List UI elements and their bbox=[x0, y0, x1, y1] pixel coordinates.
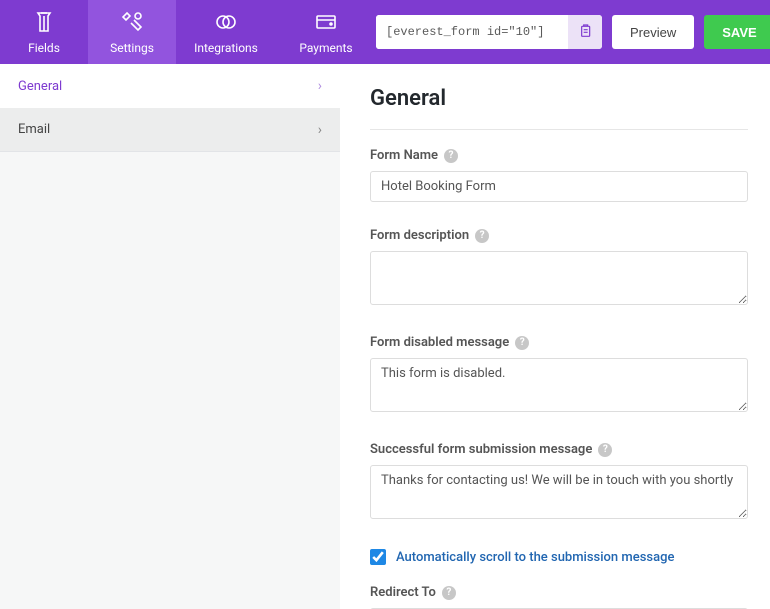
sidebar-item-email[interactable]: Email › bbox=[0, 108, 340, 152]
help-icon[interactable]: ? bbox=[475, 229, 489, 243]
field-autoscroll: Automatically scroll to the submission m… bbox=[370, 549, 748, 565]
tab-payments[interactable]: Payments bbox=[276, 0, 376, 64]
tab-settings[interactable]: Settings bbox=[88, 0, 176, 64]
chevron-right-icon: › bbox=[318, 78, 322, 94]
label-text: Redirect To bbox=[370, 585, 436, 600]
label-text: Form description bbox=[370, 228, 469, 243]
settings-main: General Form Name ? Form description ? F… bbox=[340, 64, 770, 609]
payments-icon bbox=[314, 10, 338, 37]
chevron-right-icon: › bbox=[318, 122, 322, 138]
topbar-right: Preview SAVE bbox=[376, 0, 770, 64]
label-form-description: Form description ? bbox=[370, 228, 748, 243]
form-description-input[interactable] bbox=[370, 251, 748, 305]
field-redirect: Redirect To ? Same Page ▾ bbox=[370, 585, 748, 609]
save-button[interactable]: SAVE bbox=[704, 15, 770, 49]
field-form-description: Form description ? bbox=[370, 228, 748, 309]
divider bbox=[370, 129, 748, 130]
sidebar-item-general[interactable]: General › bbox=[0, 64, 340, 108]
shortcode-input[interactable] bbox=[376, 15, 568, 49]
settings-sidebar: General › Email › bbox=[0, 64, 340, 609]
disabled-message-input[interactable]: This form is disabled. bbox=[370, 358, 748, 412]
label-success-message: Successful form submission message ? bbox=[370, 442, 748, 457]
field-success-message: Successful form submission message ? Tha… bbox=[370, 442, 748, 523]
success-message-input[interactable]: Thanks for contacting us! We will be in … bbox=[370, 465, 748, 519]
form-name-input[interactable] bbox=[370, 171, 748, 202]
help-icon[interactable]: ? bbox=[442, 586, 456, 600]
shortcode-wrap bbox=[376, 15, 602, 49]
help-icon[interactable]: ? bbox=[598, 443, 612, 457]
label-redirect: Redirect To ? bbox=[370, 585, 748, 600]
topbar-tabs: Fields Settings Integrations Payments bbox=[0, 0, 376, 64]
tab-label: Integrations bbox=[194, 41, 258, 55]
help-icon[interactable]: ? bbox=[444, 149, 458, 163]
field-disabled-message: Form disabled message ? This form is dis… bbox=[370, 335, 748, 416]
help-icon[interactable]: ? bbox=[515, 336, 529, 350]
tab-label: Fields bbox=[28, 41, 60, 55]
integrations-icon bbox=[214, 10, 238, 37]
sidebar-item-label: General bbox=[18, 79, 62, 94]
tab-label: Payments bbox=[299, 41, 352, 55]
fields-icon bbox=[32, 10, 56, 37]
copy-shortcode-button[interactable] bbox=[568, 15, 602, 49]
label-form-name: Form Name ? bbox=[370, 148, 748, 163]
tab-integrations[interactable]: Integrations bbox=[176, 0, 276, 64]
label-text: Form Name bbox=[370, 148, 438, 163]
label-disabled-message: Form disabled message ? bbox=[370, 335, 748, 350]
body: General › Email › General Form Name ? Fo… bbox=[0, 64, 770, 609]
tab-fields[interactable]: Fields bbox=[0, 0, 88, 64]
clipboard-icon bbox=[577, 23, 593, 42]
page-title: General bbox=[370, 86, 748, 111]
label-text: Form disabled message bbox=[370, 335, 509, 350]
label-text: Successful form submission message bbox=[370, 442, 592, 457]
tools-icon bbox=[120, 10, 144, 37]
field-form-name: Form Name ? bbox=[370, 148, 748, 202]
autoscroll-label[interactable]: Automatically scroll to the submission m… bbox=[396, 550, 674, 565]
tab-label: Settings bbox=[110, 41, 154, 55]
preview-button[interactable]: Preview bbox=[612, 15, 694, 49]
sidebar-item-label: Email bbox=[18, 122, 50, 137]
topbar: Fields Settings Integrations Payments bbox=[0, 0, 770, 64]
autoscroll-checkbox[interactable] bbox=[370, 549, 386, 565]
